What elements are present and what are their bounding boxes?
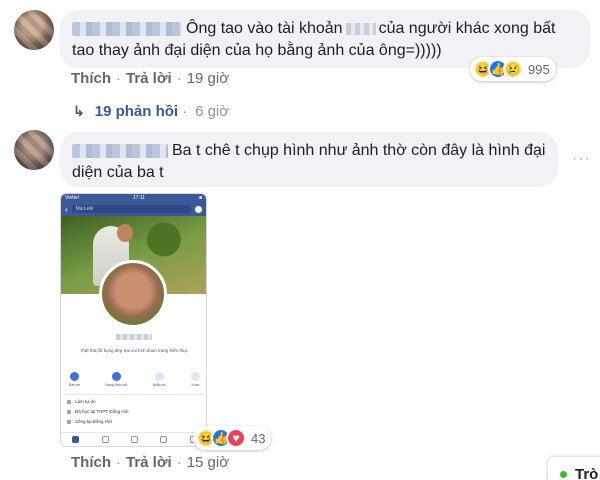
- watch-tab-icon: [130, 436, 138, 443]
- comment-time[interactable]: 15 giờ: [187, 454, 229, 471]
- sad-icon: 😢: [503, 59, 523, 79]
- notifications-tab-icon: [160, 436, 168, 443]
- like-link[interactable]: Thích: [71, 70, 111, 87]
- reply-link[interactable]: Trả lời: [126, 70, 172, 87]
- screenshot-search-bar: Ma Leki: [71, 205, 191, 213]
- more-options-icon[interactable]: ···: [572, 150, 591, 168]
- reaction-summary[interactable]: 😆 👍 ♥ 43: [193, 426, 272, 450]
- replies-time: 6 giờ: [195, 103, 230, 120]
- profile-bio: thật thà,tốt bụng đẹp trai vui tính đoan…: [81, 348, 188, 353]
- commenter-name[interactable]: [72, 21, 182, 36]
- chat-tab[interactable]: Trò: [548, 457, 600, 480]
- more-icon: [190, 372, 200, 381]
- reply-arrow-icon: ↳: [73, 103, 85, 119]
- online-status-icon: [560, 470, 567, 478]
- reaction-count: 995: [528, 61, 550, 77]
- messenger-icon: [195, 205, 202, 213]
- attached-screenshot[interactable]: Viettel 17:11 ■ ‹ Ma Leki thật thà,tốt b…: [60, 193, 207, 447]
- comment-actions: Thích · Trả lời · 15 giờ: [71, 454, 230, 471]
- chat-label: Trò: [575, 465, 599, 480]
- profile-actions: Bạn bè Đang theo dõi Nhắn tin Khác: [69, 372, 200, 387]
- profile-name-censored: [116, 334, 152, 340]
- friends-tab-icon: [101, 436, 109, 443]
- commenter-name[interactable]: [72, 143, 168, 158]
- like-link[interactable]: Thích: [71, 454, 111, 471]
- school-icon: [67, 409, 71, 414]
- comment-bubble: Ba t chê t chụp hình như ảnh thờ còn đây…: [60, 132, 558, 187]
- home-icon: [67, 419, 71, 424]
- view-replies-link[interactable]: ↳ 19 phản hồi · 6 giờ: [73, 103, 233, 120]
- reaction-count: 43: [251, 430, 266, 446]
- back-arrow-icon: ‹: [65, 204, 68, 214]
- comment-time[interactable]: 19 giờ: [187, 70, 229, 87]
- commenter-avatar[interactable]: [14, 130, 54, 170]
- comment-text-part1: Ông tao vào tài khoản: [186, 20, 343, 37]
- message-icon: [154, 372, 164, 381]
- censored-word: [345, 22, 376, 35]
- reaction-summary[interactable]: 😆 👍 😢 995: [470, 57, 556, 81]
- screenshot-tab-bar: [61, 432, 206, 446]
- work-icon: [67, 399, 71, 404]
- friends-icon: [70, 372, 80, 381]
- love-icon: ♥: [226, 428, 246, 448]
- feed-tab-icon: [72, 436, 80, 443]
- profile-picture: [99, 260, 167, 328]
- comment-actions: Thích · Trả lời · 19 giờ: [71, 70, 230, 87]
- commenter-avatar[interactable]: [14, 10, 54, 50]
- reply-link[interactable]: Trả lời: [126, 454, 172, 471]
- replies-count: 19 phản hồi: [94, 103, 179, 120]
- following-icon: [111, 372, 121, 381]
